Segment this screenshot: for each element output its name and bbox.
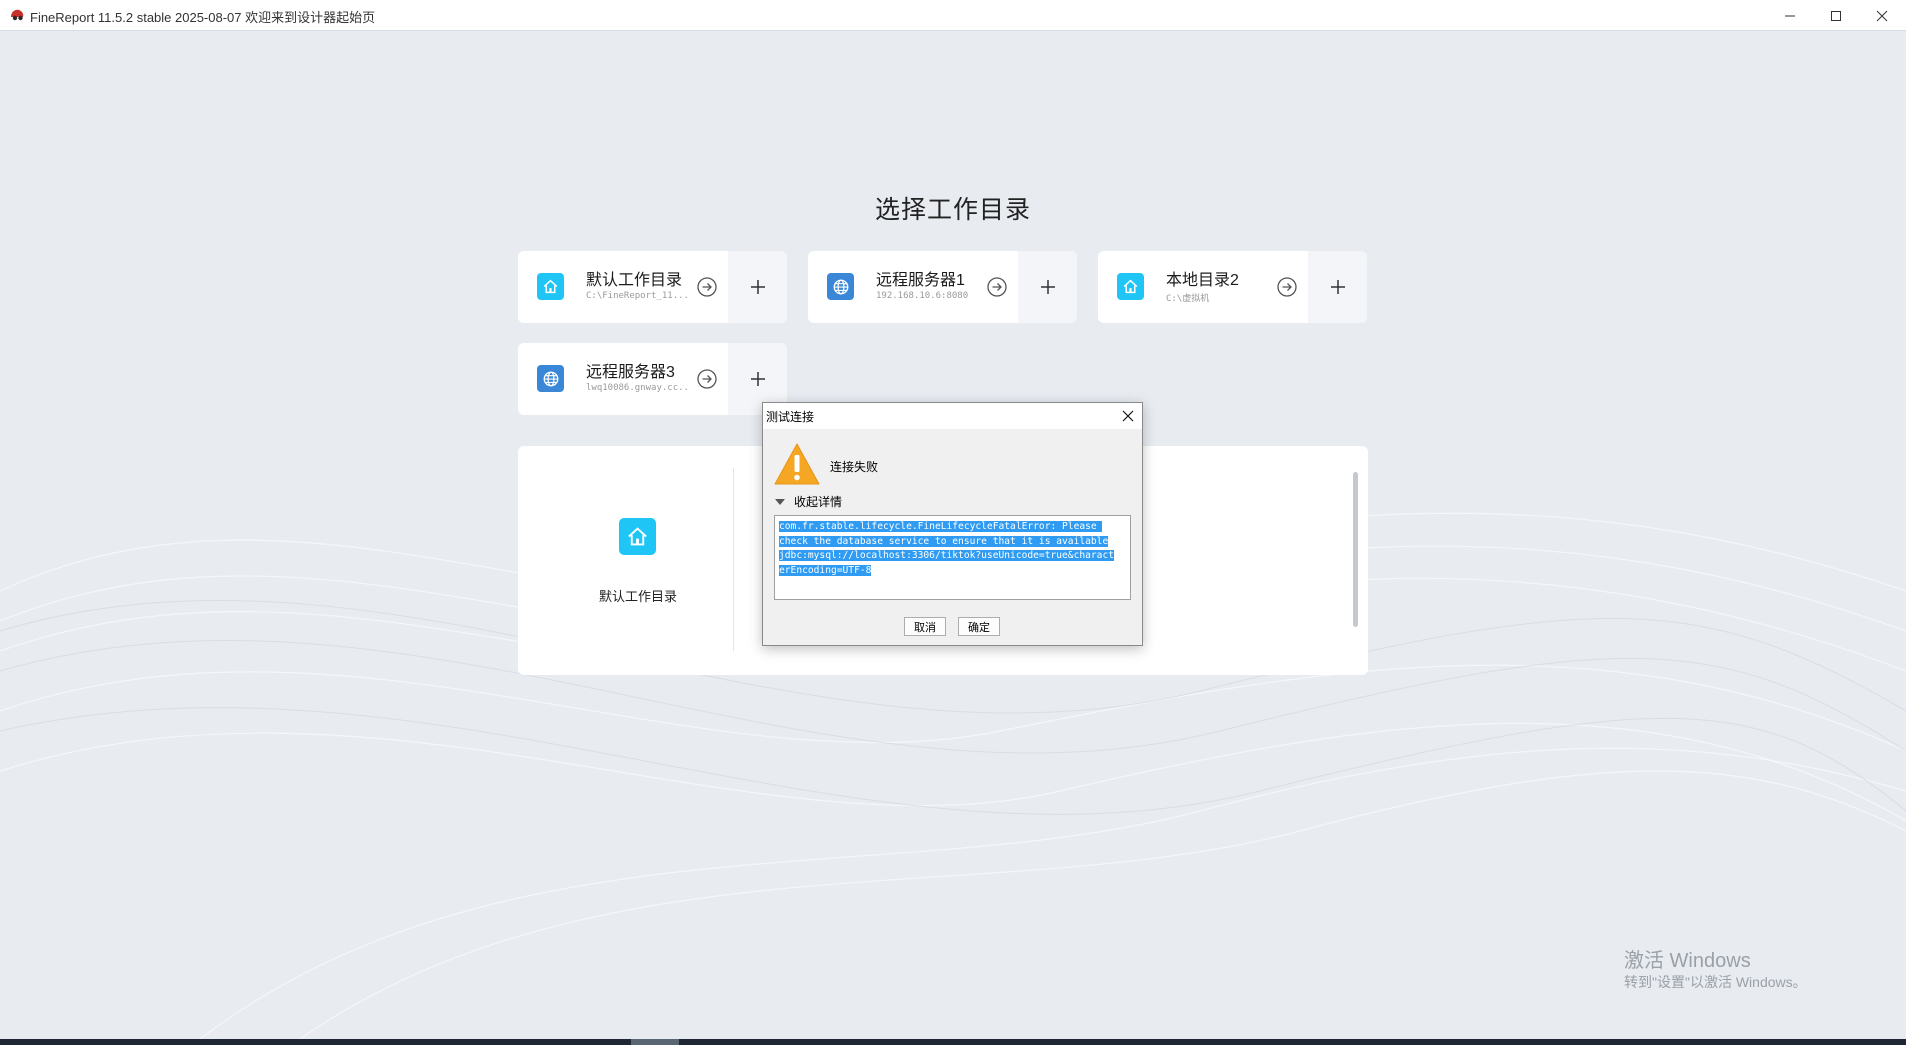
dialog-title: 测试连接: [766, 410, 815, 424]
workdir-name: 本地目录2: [1166, 272, 1239, 289]
workdir-path: C:\FineReport_11....: [586, 291, 691, 301]
close-icon: [1876, 10, 1888, 21]
page-title: 选择工作目录: [874, 196, 1031, 224]
minimize-button[interactable]: [1767, 0, 1813, 31]
panel-scrollbar[interactable]: [1353, 472, 1358, 627]
workdir-name: 默认工作目录: [586, 272, 683, 289]
selected-workdir-label: 默认工作目录: [598, 589, 677, 604]
workdir-card-remote3[interactable]: 远程服务器3 lwq10086.gnway.cc...: [518, 343, 787, 415]
error-line: check the database service to ensure tha…: [779, 535, 1109, 547]
workdir-path: 192.168.10.6:8080: [876, 291, 969, 301]
home-icon: [619, 518, 656, 555]
activation-watermark-subtitle: 转到"设置"以激活 Windows。: [1624, 974, 1807, 990]
home-icon: [537, 273, 564, 300]
warning-icon: [774, 443, 820, 485]
error-detail-text: com.fr.stable.lifecycle.FineLifecycleFat…: [779, 520, 1126, 578]
close-icon: [1122, 410, 1134, 422]
arrow-right-circle-icon[interactable]: [986, 276, 1008, 298]
ok-button[interactable]: 确定: [958, 617, 1000, 636]
workdir-path: C:\虚拟机: [1166, 294, 1210, 304]
triangle-down-icon: [775, 498, 785, 505]
test-connection-dialog: 测试连接 连接失败 收起详情 com.fr.stable.lifecycle.F…: [762, 402, 1143, 646]
plus-icon: [1040, 280, 1055, 294]
arrow-right-circle-icon[interactable]: [696, 276, 718, 298]
plus-icon: [1330, 280, 1345, 294]
plus-icon: [750, 280, 765, 294]
workdir-name: 远程服务器1: [876, 272, 965, 289]
panel-divider: [733, 468, 734, 651]
arrow-right-circle-icon[interactable]: [1276, 276, 1298, 298]
app-logo-icon: [11, 9, 24, 21]
title-bar: FineReport 11.5.2 stable 2025-08-07 欢迎来到…: [0, 0, 1906, 31]
dialog-close-button[interactable]: [1120, 408, 1136, 424]
globe-icon: [827, 273, 854, 300]
cancel-button[interactable]: 取消: [904, 617, 946, 636]
close-button[interactable]: [1859, 0, 1905, 31]
workdir-card-remote1[interactable]: 远程服务器1 192.168.10.6:8080: [808, 251, 1077, 323]
plus-icon: [750, 372, 765, 386]
maximize-icon: [1831, 10, 1841, 21]
dialog-header: 测试连接: [763, 403, 1142, 429]
home-icon: [1117, 273, 1144, 300]
minimize-icon: [1785, 15, 1795, 16]
arrow-right-circle-icon[interactable]: [696, 368, 718, 390]
dialog-message: 连接失败: [830, 460, 879, 474]
taskbar-active-item[interactable]: [631, 1039, 679, 1045]
add-button[interactable]: [1308, 251, 1367, 323]
workdir-card-local2[interactable]: 本地目录2 C:\虚拟机: [1098, 251, 1367, 323]
activation-watermark-title: 激活 Windows: [1624, 950, 1751, 972]
error-line: com.fr.stable.lifecycle.FineLifecycleFat…: [779, 521, 1103, 532]
globe-icon: [537, 365, 564, 392]
workdir-name: 远程服务器3: [586, 364, 675, 381]
error-line: jdbc:mysql://localhost:3306/tiktok?useUn…: [779, 550, 1115, 561]
workdir-card-default[interactable]: 默认工作目录 C:\FineReport_11....: [518, 251, 787, 323]
error-line: erEncoding=UTF-8: [779, 564, 872, 576]
add-button[interactable]: [728, 251, 787, 323]
add-button[interactable]: [1018, 251, 1077, 323]
collapse-details-toggle[interactable]: 收起详情: [775, 493, 842, 510]
workdir-path: lwq10086.gnway.cc...: [586, 383, 691, 393]
taskbar: [0, 1039, 1906, 1045]
collapse-details-label: 收起详情: [794, 495, 843, 509]
maximize-button[interactable]: [1813, 0, 1859, 31]
window-title: FineReport 11.5.2 stable 2025-08-07 欢迎来到…: [30, 10, 376, 25]
error-detail-textarea[interactable]: com.fr.stable.lifecycle.FineLifecycleFat…: [774, 515, 1131, 600]
